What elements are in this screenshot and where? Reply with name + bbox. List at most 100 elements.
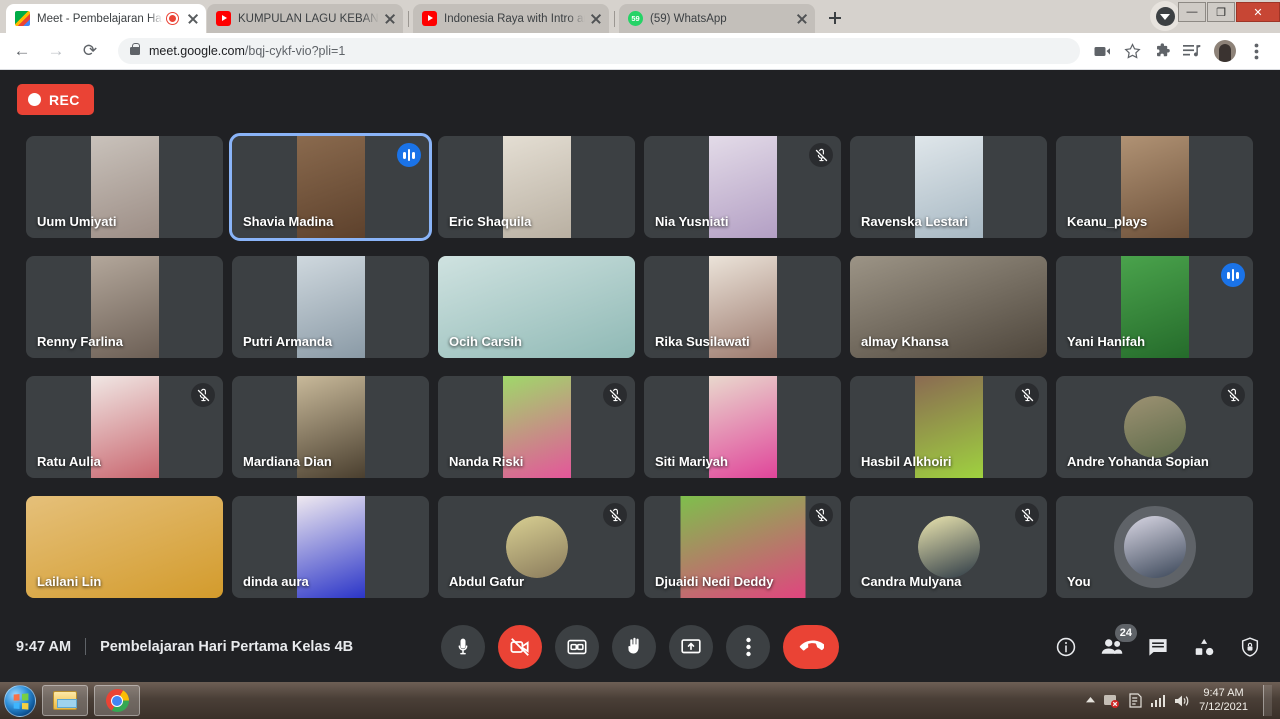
window-profile-chip[interactable] xyxy=(1150,1,1180,31)
participant-name: Eric Shaquila xyxy=(449,214,532,229)
participant-tile[interactable]: Renny Farlina xyxy=(26,256,223,358)
mic-off-icon xyxy=(191,383,215,407)
recording-badge: REC xyxy=(17,84,94,115)
captions-button[interactable] xyxy=(555,624,599,669)
participant-tile[interactable]: Eric Shaquila xyxy=(438,136,635,238)
participant-tile[interactable]: Abdul Gafur xyxy=(438,496,635,598)
chrome-menu-icon[interactable] xyxy=(1242,37,1270,65)
whatsapp-icon: 59 xyxy=(628,11,643,26)
participant-name: Siti Mariyah xyxy=(655,454,728,469)
browser-tab-2[interactable]: Indonesia Raya with Intro and Te xyxy=(413,4,609,33)
participant-tile[interactable]: dinda aura xyxy=(232,496,429,598)
meeting-title: Pembelajaran Hari Pertama Kelas 4B xyxy=(100,638,354,655)
tab-close-icon[interactable] xyxy=(795,12,809,26)
participant-tile[interactable]: Uum Umiyati xyxy=(26,136,223,238)
youtube-icon xyxy=(422,11,437,26)
participant-name: almay Khansa xyxy=(861,334,949,349)
participant-name: Ratu Aulia xyxy=(37,454,101,469)
back-button[interactable]: ← xyxy=(8,37,36,65)
action-center-icon[interactable] xyxy=(1128,693,1142,708)
show-everyone-icon[interactable]: 24 xyxy=(1100,623,1137,659)
chat-icon[interactable] xyxy=(1146,635,1170,659)
signal-bars-icon[interactable] xyxy=(1150,694,1166,707)
browser-tab-0[interactable]: Meet - Pembelajaran Hari Pe xyxy=(6,4,206,33)
meet-icon xyxy=(15,11,30,26)
participant-tile[interactable]: Siti Mariyah xyxy=(644,376,841,478)
browser-tab-3[interactable]: 59 (59) WhatsApp xyxy=(619,4,815,33)
participant-tile[interactable]: Keanu_plays xyxy=(1056,136,1253,238)
camera-button[interactable] xyxy=(498,624,542,669)
participant-tile[interactable]: Ocih Carsih xyxy=(438,256,635,358)
participant-name: Nia Yusniati xyxy=(655,214,729,229)
browser-tab-1[interactable]: KUMPULAN LAGU KEBANGSAAN xyxy=(207,4,403,33)
tab-close-icon[interactable] xyxy=(383,12,397,26)
speaking-indicator-icon xyxy=(397,143,421,167)
window-close-button[interactable]: ✕ xyxy=(1236,2,1280,22)
network-error-icon[interactable] xyxy=(1103,694,1120,708)
host-controls-shield-icon[interactable] xyxy=(1238,635,1262,659)
present-now-button[interactable] xyxy=(669,624,713,669)
bookmark-star-icon[interactable] xyxy=(1118,37,1146,65)
speaking-indicator-icon xyxy=(1221,263,1245,287)
more-options-button[interactable] xyxy=(726,624,770,669)
participant-tile[interactable]: Nanda Riski xyxy=(438,376,635,478)
address-bar[interactable]: meet.google.com/bqj-cykf-vio?pli=1 xyxy=(118,38,1080,64)
system-tray: 9:47 AM 7/12/2021 xyxy=(1085,685,1272,716)
participant-name: You xyxy=(1067,574,1091,589)
activities-icon[interactable] xyxy=(1192,635,1216,659)
window-maximize-button[interactable]: ❐ xyxy=(1207,2,1235,22)
participant-tile[interactable]: Yani Hanifah xyxy=(1056,256,1253,358)
media-playlist-icon[interactable] xyxy=(1178,37,1206,65)
leave-call-button[interactable] xyxy=(783,624,839,669)
participant-avatar xyxy=(505,516,568,578)
start-orb-icon[interactable] xyxy=(4,684,36,717)
microphone-button[interactable] xyxy=(441,624,485,669)
browser-toolbar: ← → ⟳ meet.google.com/bqj-cykf-vio?pli=1 xyxy=(0,33,1280,70)
participant-tile[interactable]: Lailani Lin xyxy=(26,496,223,598)
tab-close-icon[interactable] xyxy=(186,12,200,26)
browser-tab-title: Meet - Pembelajaran Hari Pe xyxy=(37,12,163,25)
tray-expand-icon[interactable] xyxy=(1085,697,1095,704)
volume-icon[interactable] xyxy=(1174,694,1190,708)
participant-tile[interactable]: Shavia Madina xyxy=(229,133,432,241)
forward-button[interactable]: → xyxy=(42,37,70,65)
participant-tile[interactable]: Mardiana Dian xyxy=(232,376,429,478)
participant-name: Djuaidi Nedi Deddy xyxy=(655,574,774,589)
browser-tab-title: Indonesia Raya with Intro and Te xyxy=(444,12,585,25)
participant-tile[interactable]: Putri Armanda xyxy=(232,256,429,358)
taskbar-clock[interactable]: 9:47 AM 7/12/2021 xyxy=(1199,687,1248,715)
participant-tile[interactable]: You xyxy=(1056,496,1253,598)
window-minimize-button[interactable]: — xyxy=(1178,2,1206,22)
new-tab-button[interactable] xyxy=(821,4,849,32)
call-controls xyxy=(441,624,839,669)
toolbar-actions xyxy=(1088,37,1272,65)
participant-tile[interactable]: Nia Yusniati xyxy=(644,136,841,238)
extensions-puzzle-icon[interactable] xyxy=(1148,37,1176,65)
raise-hand-button[interactable] xyxy=(612,624,656,669)
browser-tab-title: KUMPULAN LAGU KEBANGSAAN xyxy=(238,12,379,25)
participant-tile[interactable]: Candra Mulyana xyxy=(850,496,1047,598)
participant-tile[interactable]: Ravenska Lestari xyxy=(850,136,1047,238)
participant-tile[interactable]: Andre Yohanda Sopian xyxy=(1056,376,1253,478)
avatar[interactable] xyxy=(1214,40,1236,62)
maximize-icon: ❐ xyxy=(1216,6,1226,19)
divider xyxy=(85,638,87,655)
participant-count-badge: 24 xyxy=(1114,623,1137,642)
participant-tile[interactable]: Rika Susilawati xyxy=(644,256,841,358)
participant-name: Mardiana Dian xyxy=(243,454,332,469)
participant-tile[interactable]: almay Khansa xyxy=(850,256,1047,358)
taskbar-item-file-explorer[interactable] xyxy=(42,685,88,716)
taskbar-item-chrome[interactable] xyxy=(94,685,140,716)
tab-close-icon[interactable] xyxy=(589,12,603,26)
camera-permission-icon[interactable] xyxy=(1088,37,1116,65)
participant-tile[interactable]: Hasbil Alkhoiri xyxy=(850,376,1047,478)
minimize-icon: — xyxy=(1186,6,1198,18)
participant-grid: Uum Umiyati Shavia Madina Eric Shaquila Nia… xyxy=(26,133,1254,598)
participant-tile[interactable]: Ratu Aulia xyxy=(26,376,223,478)
meeting-details-icon[interactable] xyxy=(1054,635,1078,659)
chevron-down-icon xyxy=(1155,6,1175,26)
show-desktop-button[interactable] xyxy=(1263,685,1272,716)
youtube-icon xyxy=(216,11,231,26)
reload-button[interactable]: ⟳ xyxy=(76,37,104,65)
participant-tile[interactable]: Djuaidi Nedi Deddy xyxy=(644,496,841,598)
